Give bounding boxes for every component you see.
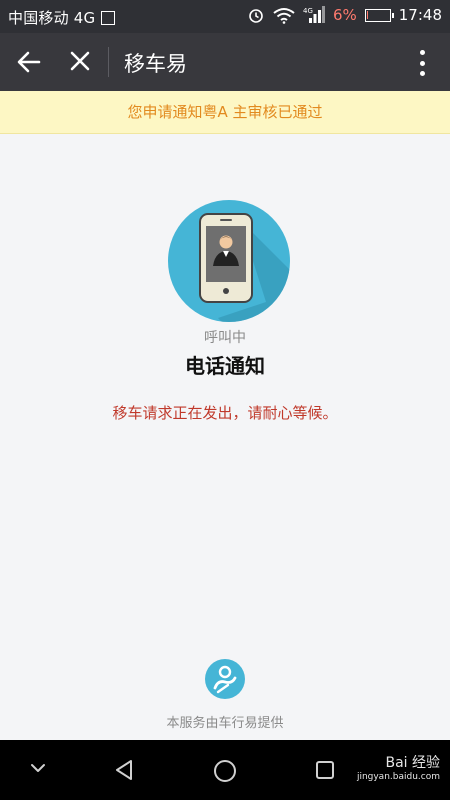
network-type-label: 4G: [303, 7, 313, 15]
sim-icon: [101, 10, 116, 25]
status-bar: 中国移动 4G 4G 6% 17:48: [0, 0, 450, 33]
wait-message: 移车请求正在发出，请耐心等候。: [112, 404, 338, 422]
hide-keyboard-chevron-icon[interactable]: [30, 762, 46, 774]
call-status: 呼叫中: [204, 330, 246, 346]
back-arrow-icon[interactable]: [16, 49, 42, 75]
provider-logo-icon: [205, 659, 245, 699]
close-icon[interactable]: [68, 49, 92, 73]
watermark-url: jingyan.baidu.com: [356, 772, 440, 782]
more-menu-icon[interactable]: [420, 50, 426, 76]
battery-fill: [366, 10, 368, 19]
call-title: 电话通知: [185, 354, 265, 378]
alarm-icon: [249, 9, 263, 23]
carrier-label: 中国移动 4G: [8, 9, 96, 27]
call-panel: 呼叫中 电话通知 移车请求正在发出，请耐心等候。 本服务由车行易提供: [0, 134, 450, 740]
status-left: 中国移动 4G: [8, 7, 116, 28]
provider-credit: 本服务由车行易提供: [166, 716, 284, 731]
app-header: 移车易: [0, 33, 450, 91]
page-title: 移车易: [124, 52, 187, 76]
recent-apps-icon[interactable]: [314, 759, 336, 781]
clock: 17:48: [398, 6, 442, 24]
wifi-icon: [273, 8, 295, 24]
back-nav-icon[interactable]: [112, 758, 136, 782]
home-nav-icon[interactable]: [212, 758, 238, 784]
phone-call-icon: [168, 200, 290, 322]
header-divider: [108, 47, 109, 77]
status-right: 4G 6% 17:48: [247, 6, 442, 24]
baidu-jingyan-watermark: Bai 经验 jingyan.baidu.com: [357, 752, 440, 782]
battery-percent: 6%: [332, 6, 357, 24]
approval-notice: 您申请通知粤A 主审核已通过: [0, 91, 450, 134]
signal-icon: 4G: [303, 6, 325, 23]
watermark-brand: Bai 经验: [385, 755, 440, 771]
battery-icon: [364, 8, 394, 22]
